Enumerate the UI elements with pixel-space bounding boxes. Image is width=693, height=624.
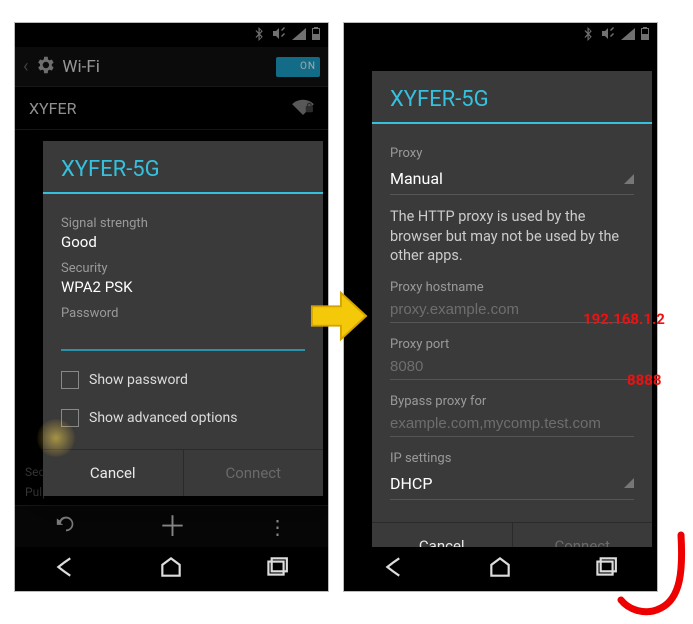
dropdown-icon [624,174,634,184]
home-nav-icon[interactable] [487,554,513,584]
signal-label: Signal strength [61,216,305,231]
proxy-port-input[interactable] [390,354,634,380]
recents-nav-icon[interactable] [263,554,289,584]
annotation-host: 192.168.1.2 [583,310,665,328]
dialog-title: XYFER-5G [372,71,652,122]
proxy-value: Manual [390,163,443,194]
android-navbar [15,547,328,591]
checkbox-icon[interactable] [61,409,79,427]
password-label: Password [61,306,305,321]
proxy-host-label: Proxy hostname [390,280,634,295]
phone-left: ‹ Wi-Fi ON XYFER Secured with WPA2 (WPS … [14,22,329,592]
dialog-title: XYFER-5G [43,141,323,192]
connect-button[interactable]: Connect [183,450,324,496]
annotation-port: 8888 [627,371,661,389]
cancel-button[interactable]: Cancel [43,450,183,496]
show-advanced-row[interactable]: Show advanced options [61,409,305,427]
home-nav-icon[interactable] [158,554,184,584]
back-nav-icon[interactable] [383,554,409,584]
wifi-connect-dialog: XYFER-5G Signal strength Good Security W… [43,141,323,496]
ip-settings-value: DHCP [390,468,432,499]
proxy-label: Proxy [390,146,634,161]
phone-right: XYFER-5G Proxy Manual The HTTP proxy is … [343,22,658,592]
bypass-input[interactable] [390,411,634,437]
signal-value: Good [61,233,305,251]
password-input[interactable] [61,327,305,351]
show-advanced-label: Show advanced options [89,410,237,426]
dropdown-icon [624,478,634,488]
security-label: Security [61,261,305,276]
step-arrow-icon [310,290,368,342]
proxy-select[interactable]: Manual [390,163,634,195]
ip-settings-label: IP settings [390,451,634,466]
annotation-mark-icon [611,530,691,620]
show-password-row[interactable]: Show password [61,371,305,389]
show-password-label: Show password [89,372,188,388]
back-nav-icon[interactable] [54,554,80,584]
security-value: WPA2 PSK [61,278,305,296]
proxy-port-label: Proxy port [390,337,634,352]
bypass-label: Bypass proxy for [390,394,634,409]
ip-settings-select[interactable]: DHCP [390,468,634,500]
checkbox-icon[interactable] [61,371,79,389]
proxy-description: The HTTP proxy is used by the browser bu… [390,207,634,266]
